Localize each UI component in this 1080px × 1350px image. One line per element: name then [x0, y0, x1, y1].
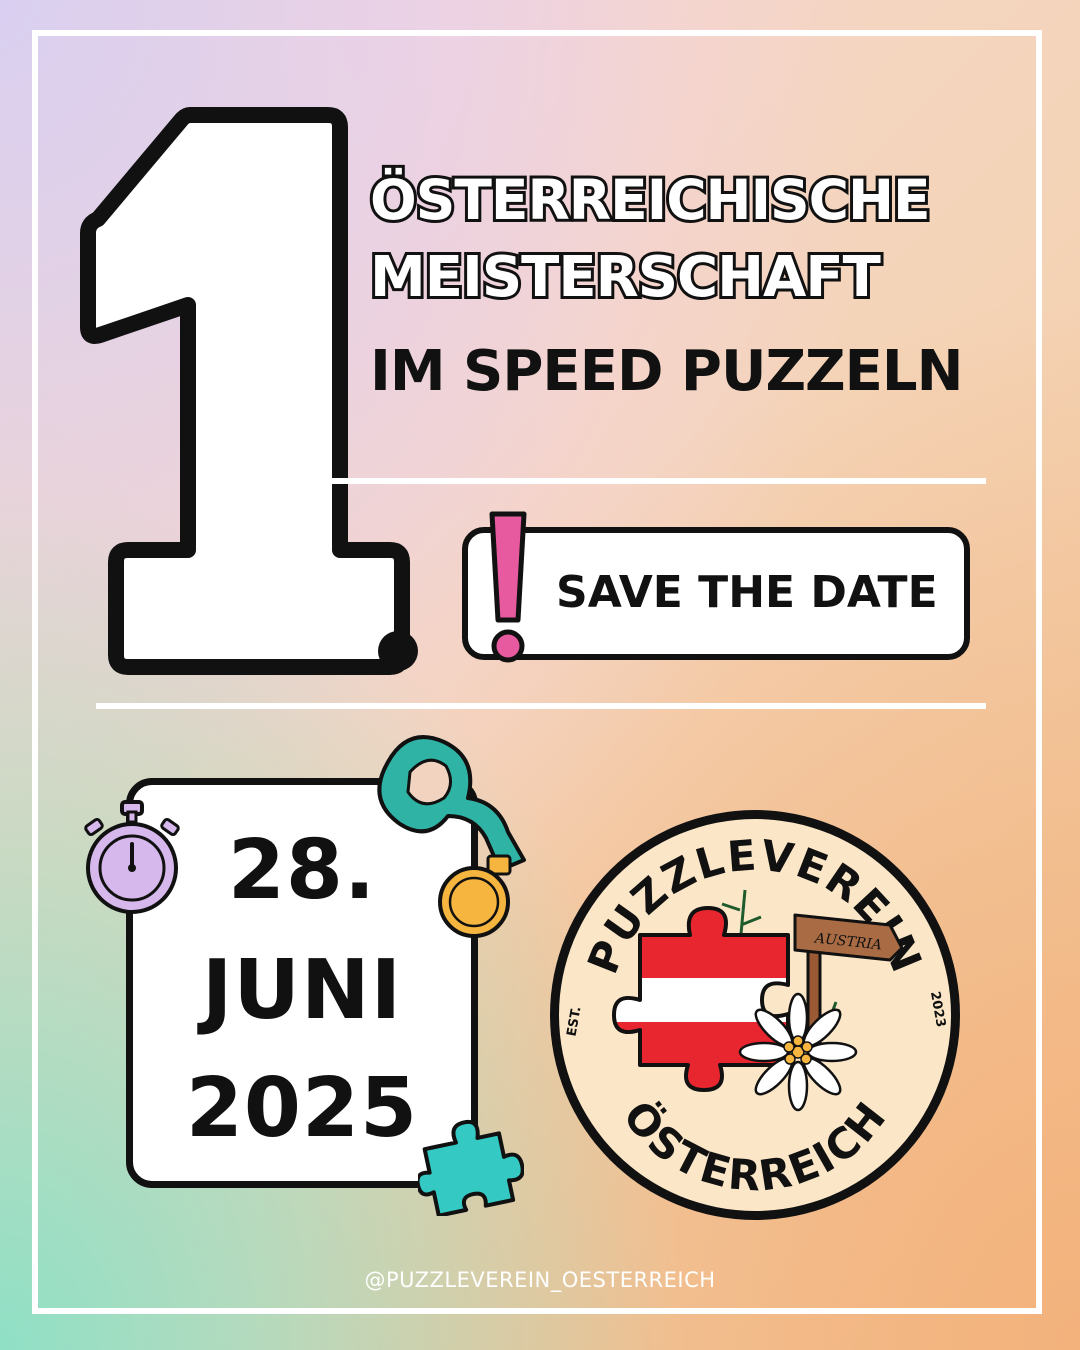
footer-handle: @PUZZLEVEREIN_OESTERREICH: [364, 1268, 716, 1292]
divider-top: [330, 478, 986, 484]
headline-line-2: MEISTERSCHAFT: [367, 243, 884, 313]
puzzle-piece-icon: [418, 1119, 524, 1216]
exclamation-icon: [489, 511, 527, 663]
stopwatch-icon: [84, 800, 180, 914]
medal-icon: [377, 735, 526, 938]
headline-line-3: IM SPEED PUZZELN: [370, 339, 963, 404]
headline: ÖSTERREICHISCHE MEISTERSCHAFT IM SPEED P…: [367, 165, 1050, 404]
save-the-date-label: SAVE THE DATE: [556, 567, 938, 618]
date-month: JUNI: [201, 943, 403, 1038]
divider-bottom: [96, 703, 986, 709]
headline-line-1: ÖSTERREICHISCHE: [367, 165, 934, 235]
puzzleverein-badge-logo: PUZZLEVEREIN ÖSTERREICH EST. 2023 AUSTRI…: [550, 810, 960, 1220]
